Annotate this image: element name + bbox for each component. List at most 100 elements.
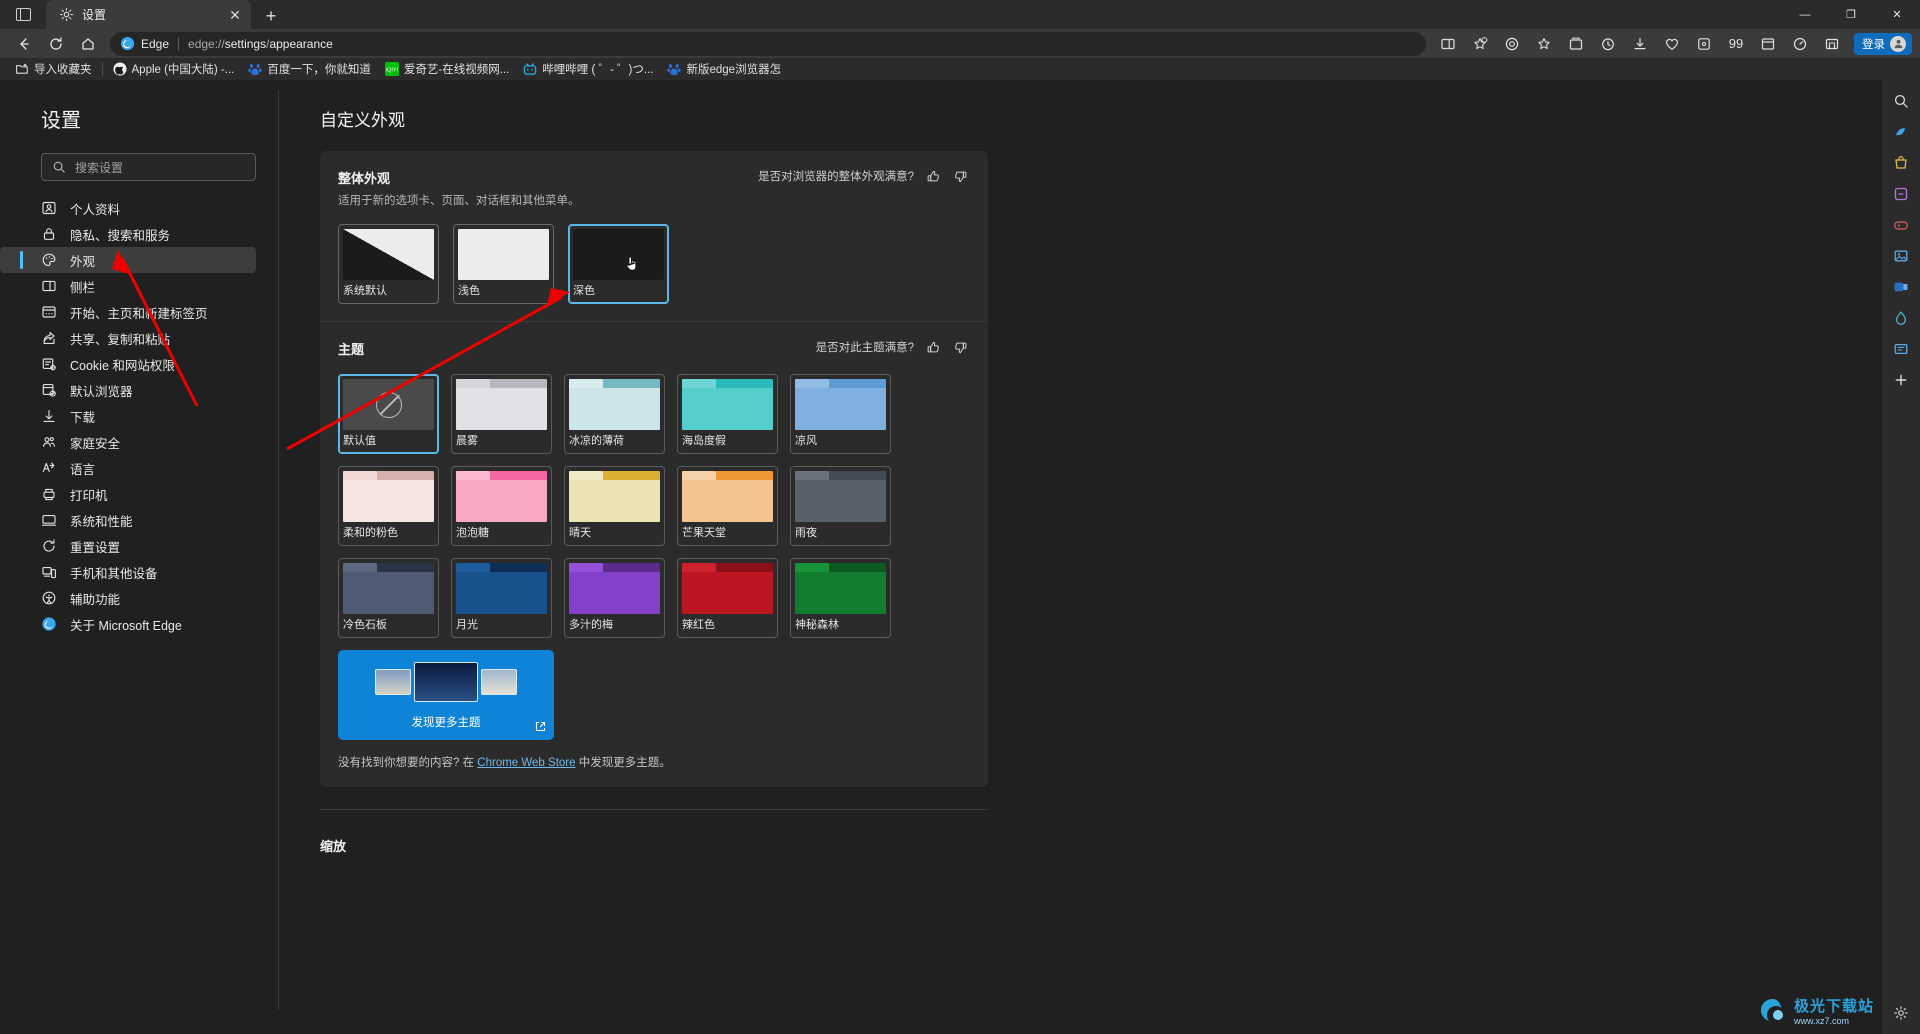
theme-card-7[interactable]: 晴天 (564, 466, 665, 546)
rail-shopping-icon[interactable] (1890, 152, 1912, 174)
discover-more-label: 发现更多主题 (411, 717, 481, 729)
sidebar-item-13[interactable]: 重置设置 (0, 533, 256, 559)
sidebar-item-0[interactable]: 个人资料 (0, 195, 256, 221)
sidebar-item-16[interactable]: 关于 Microsoft Edge (0, 611, 256, 637)
history-button[interactable] (1592, 31, 1624, 57)
search-settings-input[interactable]: 搜索设置 (41, 153, 256, 181)
sidebar-item-15[interactable]: 辅助功能 (0, 585, 256, 611)
thumbs-up-icon[interactable] (926, 169, 941, 184)
minimize-button[interactable]: — (1782, 0, 1828, 29)
theme-card-2[interactable]: 冰凉的薄荷 (564, 374, 665, 454)
collections-button[interactable] (1560, 31, 1592, 57)
screenshot-icon (1825, 38, 1839, 49)
store-note: 没有找到你想要的内容? 在 Chrome Web Store 中发现更多主题。 (338, 754, 968, 770)
copilot-button[interactable] (1496, 31, 1528, 57)
downloads-button[interactable] (1624, 31, 1656, 57)
discover-more-themes-card[interactable]: 发现更多主题 (338, 650, 554, 740)
add-favorite-button[interactable] (1464, 31, 1496, 57)
sidebar-item-label: 隐私、搜索和服务 (70, 228, 171, 243)
bookmark-bilibili[interactable]: 哔哩哔哩 ( ゜- ゜)つ... (516, 59, 660, 79)
bookmark-import[interactable]: 导入收藏夹 (8, 59, 99, 79)
rail-games-icon[interactable] (1890, 214, 1912, 236)
sidebar-item-11[interactable]: 打印机 (0, 481, 256, 507)
window-close-button[interactable]: ✕ (1874, 0, 1920, 29)
thumbs-up-icon[interactable] (926, 340, 941, 355)
heart-pulse-icon (1665, 38, 1679, 50)
home-button[interactable] (72, 31, 104, 57)
theme-card-1[interactable]: 晨雾 (451, 374, 552, 454)
address-bar[interactable]: Edge edge://settings/appearance (110, 31, 1426, 56)
sign-in-label: 登录 (1862, 38, 1885, 51)
appearance-option-light[interactable]: 浅色 (453, 224, 554, 304)
theme-preview (682, 471, 773, 522)
home-icon (82, 37, 94, 50)
theme-preview (343, 563, 434, 614)
workspaces-button[interactable] (1752, 31, 1784, 57)
sidebar-item-7[interactable]: 默认浏览器 (0, 377, 256, 403)
quote-button[interactable]: 99 (1720, 31, 1752, 57)
theme-card-13[interactable]: 辣红色 (677, 558, 778, 638)
url-text: edge://settings/appearance (188, 36, 333, 51)
appearance-option-dark[interactable]: 深色 (568, 224, 669, 304)
theme-card-5[interactable]: 柔和的粉色 (338, 466, 439, 546)
bookmark-edge-guide[interactable]: 新版edge浏览器怎 (660, 59, 788, 79)
thumbs-down-icon[interactable] (953, 340, 968, 355)
rail-outlook-icon[interactable] (1890, 276, 1912, 298)
browser-tab-settings[interactable]: 设置 ✕ (46, 0, 251, 29)
appearance-option-system[interactable]: 系统默认 (338, 224, 439, 304)
performance-button[interactable] (1784, 31, 1816, 57)
tab-close-button[interactable]: ✕ (225, 5, 245, 25)
sidebar-item-5[interactable]: 共享、复制和粘贴 (0, 325, 256, 351)
theme-card-12[interactable]: 多汁的梅 (564, 558, 665, 638)
sidebar-item-9[interactable]: 家庭安全 (0, 429, 256, 455)
extensions-button[interactable] (1688, 31, 1720, 57)
rail-search-icon[interactable] (1890, 90, 1912, 112)
rail-copilot-icon[interactable] (1890, 121, 1912, 143)
theme-card-9[interactable]: 雨夜 (790, 466, 891, 546)
rail-settings-icon[interactable] (1890, 1002, 1912, 1024)
browser-essentials-button[interactable] (1656, 31, 1688, 57)
sidebar-item-2[interactable]: 外观 (0, 247, 256, 273)
theme-label: 冷色石板 (343, 619, 387, 631)
maximize-button[interactable]: ❐ (1828, 0, 1874, 29)
chrome-web-store-link[interactable]: Chrome Web Store (477, 757, 575, 769)
theme-card-4[interactable]: 凉风 (790, 374, 891, 454)
theme-preview (456, 471, 547, 522)
theme-card-8[interactable]: 芒果天堂 (677, 466, 778, 546)
refresh-icon (50, 36, 62, 50)
sidebar-item-10[interactable]: 语言 (0, 455, 256, 481)
theme-card-6[interactable]: 泡泡糖 (451, 466, 552, 546)
sidebar-item-14[interactable]: 手机和其他设备 (0, 559, 256, 585)
split-screen-button[interactable] (1432, 31, 1464, 57)
theme-card-11[interactable]: 月光 (451, 558, 552, 638)
rail-image-icon[interactable] (1890, 245, 1912, 267)
main-area: 设置 搜索设置 个人资料 隐私、搜索和服务 外观 侧栏 开始、主页和新建标签页 共享、复制… (0, 80, 1882, 1034)
thumbs-down-icon[interactable] (953, 169, 968, 184)
sign-in-button[interactable]: 登录 (1854, 32, 1912, 55)
bookmark-apple[interactable]: Apple (中国大陆) -... (106, 59, 242, 79)
back-button[interactable] (8, 31, 40, 57)
title-bar: 设置 ✕ + — ❐ ✕ (0, 0, 1920, 29)
theme-card-3[interactable]: 海岛度假 (677, 374, 778, 454)
rail-feed-icon[interactable] (1890, 338, 1912, 360)
sidebar-item-1[interactable]: 隐私、搜索和服务 (0, 221, 256, 247)
bookmark-iqiyi[interactable]: iQIYI 爱奇艺-在线视频网... (378, 59, 516, 79)
sidebar-item-3[interactable]: 侧栏 (0, 273, 256, 299)
rail-add-icon[interactable] (1890, 369, 1912, 391)
sidebar-item-8[interactable]: 下载 (0, 403, 256, 429)
sidebar-item-4[interactable]: 开始、主页和新建标签页 (0, 299, 256, 325)
theme-card-14[interactable]: 神秘森林 (790, 558, 891, 638)
screenshot-button[interactable] (1816, 31, 1848, 57)
iqiyi-icon: iQIYI (384, 62, 399, 76)
favorites-button[interactable] (1528, 31, 1560, 57)
sidebar-item-12[interactable]: 系统和性能 (0, 507, 256, 533)
rail-drop-icon[interactable] (1890, 307, 1912, 329)
sidebar-item-6[interactable]: Cookie 和网站权限 (0, 351, 256, 377)
theme-card-10[interactable]: 冷色石板 (338, 558, 439, 638)
theme-card-0[interactable]: 默认值 (338, 374, 439, 454)
bookmark-baidu[interactable]: 百度一下，你就知道 (241, 59, 378, 79)
new-tab-button[interactable]: + (255, 3, 287, 29)
rail-tools-icon[interactable] (1890, 183, 1912, 205)
tab-actions-menu-button[interactable] (0, 0, 46, 29)
refresh-button[interactable] (40, 31, 72, 57)
